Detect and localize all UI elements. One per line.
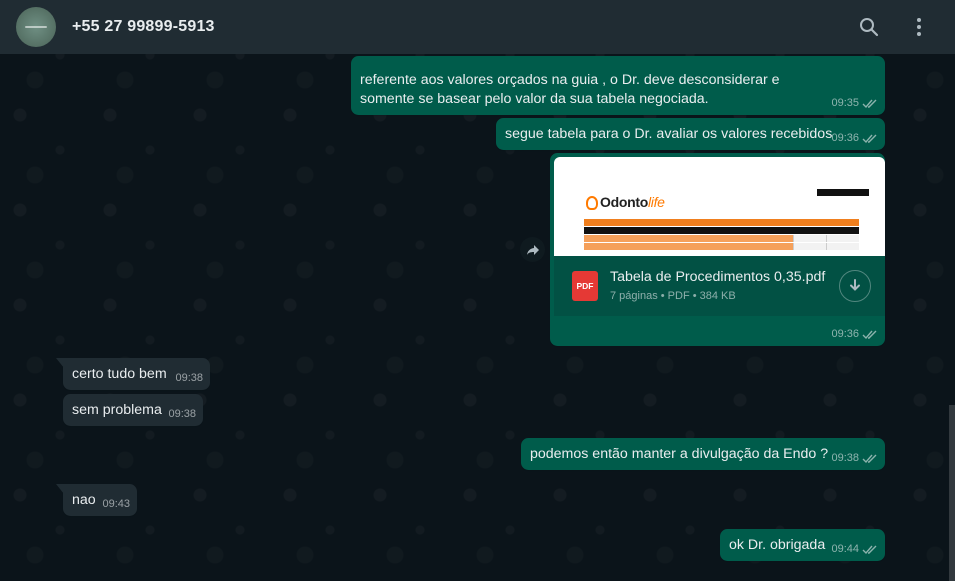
message-outgoing[interactable]: podemos então manter a divulgação da End…	[521, 438, 885, 470]
message-outgoing[interactable]: ok Dr. obrigada 09:44	[720, 529, 885, 561]
message-text: nao	[72, 492, 96, 508]
double-check-icon	[862, 98, 878, 109]
document-text: Tabela de Procedimentos 0,35.pdf 7 págin…	[610, 268, 839, 304]
message-meta: 09:38	[175, 371, 203, 386]
bubble-tail	[56, 358, 64, 368]
message-incoming[interactable]: nao 09:43	[56, 484, 137, 516]
pdf-file-icon: PDF	[572, 271, 598, 301]
double-check-icon	[862, 133, 878, 144]
double-check-icon	[862, 453, 878, 464]
message-outgoing[interactable]: referente aos valores orçados na guia , …	[351, 56, 885, 115]
message-incoming[interactable]: sem problema 09:38	[63, 394, 203, 426]
search-button[interactable]	[849, 7, 889, 47]
message-time: 09:44	[831, 543, 859, 555]
message-incoming[interactable]: certo tudo bem 09:38	[56, 358, 210, 390]
message-text: sem problema	[72, 402, 162, 418]
contact-avatar[interactable]	[16, 7, 56, 47]
bubble-tail	[56, 484, 64, 494]
message-meta: 09:35	[831, 96, 878, 111]
message-meta: 09:36	[831, 327, 878, 342]
message-text: podemos então manter a divulgação da End…	[530, 446, 829, 462]
message-meta: 09:36	[831, 131, 878, 146]
chat-header: +55 27 99899-5913	[0, 0, 955, 54]
message-time: 09:36	[831, 132, 859, 144]
message-outgoing[interactable]: segue tabela para o Dr. avaliar os valor…	[496, 118, 885, 150]
message-meta: 09:44	[831, 542, 878, 557]
forward-button[interactable]	[520, 237, 545, 262]
message-text: referente aos valores orçados na guia , …	[360, 72, 780, 107]
double-check-icon	[862, 329, 878, 340]
message-time: 09:35	[831, 97, 859, 109]
message-meta: 09:38	[831, 451, 878, 466]
document-file-name: Tabela de Procedimentos 0,35.pdf	[610, 269, 826, 285]
document-preview[interactable]: Odontolife	[554, 157, 885, 256]
message-time: 09:43	[102, 498, 130, 510]
document-info[interactable]: PDF Tabela de Procedimentos 0,35.pdf 7 p…	[554, 256, 885, 316]
contact-name[interactable]: +55 27 99899-5913	[72, 18, 215, 36]
document-file-meta: 7 páginas • PDF • 384 KB	[610, 290, 736, 302]
message-meta: 09:43	[102, 497, 130, 512]
document-preview-tag	[817, 189, 869, 196]
message-time: 09:38	[175, 372, 203, 384]
search-icon	[860, 18, 879, 37]
message-text: ok Dr. obrigada	[729, 537, 826, 553]
message-meta: 09:38	[168, 407, 196, 422]
header-actions	[839, 7, 939, 47]
forward-icon	[526, 244, 539, 255]
avatar-logo-mark	[25, 26, 47, 28]
message-time: 09:38	[168, 408, 196, 420]
message-time: 09:38	[831, 452, 859, 464]
document-preview-table	[584, 219, 860, 251]
document-message[interactable]: Odontolife PDF Tabela de Procedimentos 0…	[550, 153, 885, 346]
download-icon	[850, 279, 860, 291]
message-text: segue tabela para o Dr. avaliar os valor…	[505, 126, 833, 142]
more-vertical-icon	[917, 18, 921, 36]
double-check-icon	[862, 544, 878, 555]
download-button[interactable]	[839, 270, 871, 302]
document-preview-logo: Odontolife	[586, 193, 665, 212]
menu-button[interactable]	[899, 7, 939, 47]
message-text: certo tudo bem	[72, 366, 167, 382]
chat-scrollbar[interactable]	[949, 405, 955, 581]
message-time: 09:36	[831, 328, 859, 340]
